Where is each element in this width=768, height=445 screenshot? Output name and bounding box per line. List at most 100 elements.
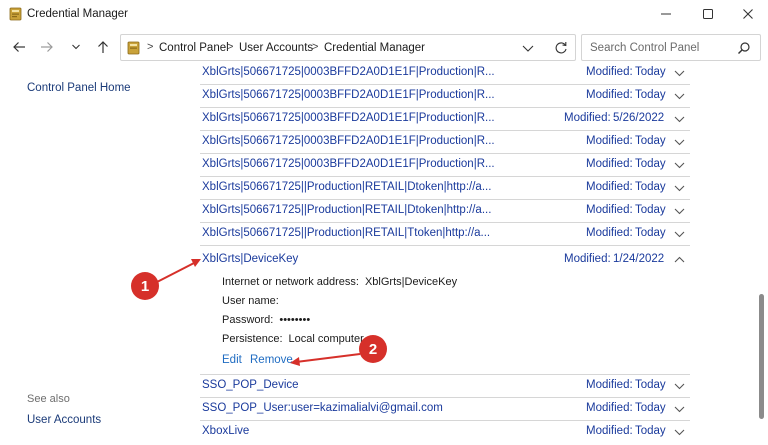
credential-name[interactable]: XblGrts|DeviceKey [202, 253, 298, 265]
chevron-down-icon[interactable] [674, 229, 685, 239]
credential-row[interactable]: SSO_POP_Device Modified: Today [200, 375, 690, 398]
navigation-bar: > Control Panel > User Accounts > Creden… [0, 30, 768, 64]
username-label: User name: [222, 295, 279, 307]
chevron-down-icon[interactable] [674, 404, 685, 414]
chevron-up-icon[interactable] [674, 255, 685, 265]
modified-date: Today [635, 66, 666, 78]
maximize-button[interactable] [690, 0, 726, 28]
credential-manager-icon [9, 7, 22, 21]
breadcrumb-user-accounts[interactable]: User Accounts [239, 42, 313, 54]
credential-row[interactable]: XblGrts|506671725||Production|RETAIL|Dto… [200, 177, 690, 200]
chevron-down-icon[interactable] [674, 137, 685, 147]
back-button[interactable] [10, 38, 28, 56]
credential-name[interactable]: XblGrts|506671725||Production|RETAIL|Dto… [202, 204, 491, 216]
credential-name[interactable]: XblGrts|506671725||Production|RETAIL|Dto… [202, 181, 491, 193]
modified-label: Modified: [586, 158, 633, 170]
close-icon [743, 9, 753, 19]
arrow-up-icon [98, 41, 108, 53]
modified-label: Modified: [586, 379, 633, 391]
maximize-icon [703, 9, 713, 19]
search-icon[interactable] [737, 41, 751, 55]
modified-date: Today [635, 181, 666, 193]
refresh-icon [555, 42, 567, 54]
credential-row[interactable]: XboxLive Modified: Today [200, 421, 690, 444]
arrow-right-icon [41, 42, 53, 52]
remove-link[interactable]: Remove [250, 354, 293, 366]
modified-date: Today [635, 227, 666, 239]
chevron-down-icon[interactable] [674, 381, 685, 391]
credential-row[interactable]: SSO_POP_User:user=kazimalialvi@gmail.com… [200, 398, 690, 421]
breadcrumb-separator[interactable]: > [312, 41, 318, 53]
modified-date: Today [635, 135, 666, 147]
address-bar[interactable]: > Control Panel > User Accounts > Creden… [120, 34, 576, 61]
modified-label: Modified: [586, 66, 633, 78]
breadcrumb-control-panel[interactable]: Control Panel [159, 42, 229, 54]
credential-name[interactable]: XblGrts|506671725|0003BFFD2A0D1E1F|Produ… [202, 89, 495, 101]
refresh-button[interactable] [553, 40, 569, 56]
chevron-down-icon [522, 45, 534, 52]
credential-row[interactable]: XblGrts|506671725|0003BFFD2A0D1E1F|Produ… [200, 85, 690, 108]
minimize-icon [661, 13, 671, 15]
control-panel-home-link[interactable]: Control Panel Home [27, 82, 131, 94]
credential-name[interactable]: XblGrts|506671725|0003BFFD2A0D1E1F|Produ… [202, 112, 495, 124]
modified-label: Modified: [586, 204, 633, 216]
credential-row[interactable]: XblGrts|506671725|0003BFFD2A0D1E1F|Produ… [200, 131, 690, 154]
modified-date: Today [635, 402, 666, 414]
chevron-down-icon[interactable] [674, 114, 685, 124]
credential-name[interactable]: XblGrts|506671725|0003BFFD2A0D1E1F|Produ… [202, 158, 495, 170]
modified-date: Today [635, 379, 666, 391]
edit-link[interactable]: Edit [222, 354, 242, 366]
chevron-down-icon [72, 44, 80, 50]
chevron-down-icon[interactable] [674, 183, 685, 193]
close-button[interactable] [730, 0, 766, 28]
credential-row[interactable]: XblGrts|506671725|0003BFFD2A0D1E1F|Produ… [200, 62, 690, 85]
see-also-label: See also [27, 393, 70, 405]
credential-name[interactable]: XboxLive [202, 425, 249, 437]
chevron-down-icon[interactable] [674, 68, 685, 78]
address-history-button[interactable] [521, 41, 535, 55]
persistence-value: Local computer [288, 333, 364, 345]
persistence-label: Persistence: [222, 333, 283, 345]
title-bar: Credential Manager [0, 0, 768, 28]
breadcrumb-credential-manager[interactable]: Credential Manager [324, 42, 425, 54]
chevron-down-icon[interactable] [674, 91, 685, 101]
user-accounts-link[interactable]: User Accounts [27, 414, 101, 426]
up-button[interactable] [94, 38, 112, 56]
expanded-credential: XblGrts|DeviceKey Modified: 1/24/2022 In… [200, 247, 690, 375]
minimize-button[interactable] [648, 0, 684, 28]
search-box[interactable] [581, 34, 761, 61]
credential-row[interactable]: XblGrts|506671725|0003BFFD2A0D1E1F|Produ… [200, 154, 690, 177]
credential-row[interactable]: XblGrts|506671725||Production|RETAIL|Tto… [200, 223, 690, 246]
modified-label: Modified: [586, 181, 633, 193]
credential-name[interactable]: SSO_POP_Device [202, 379, 299, 391]
modified-label: Modified: [564, 112, 611, 124]
breadcrumb-separator[interactable]: > [227, 41, 233, 53]
search-input[interactable] [590, 40, 730, 56]
address-label: Internet or network address: [222, 276, 359, 288]
forward-button[interactable] [38, 38, 56, 56]
recent-locations-button[interactable] [67, 38, 85, 56]
breadcrumb-separator: > [147, 41, 154, 53]
chevron-down-icon[interactable] [674, 206, 685, 216]
modified-label: Modified: [564, 253, 611, 265]
credential-name[interactable]: XblGrts|506671725|0003BFFD2A0D1E1F|Produ… [202, 66, 495, 78]
modified-label: Modified: [586, 135, 633, 147]
credential-row[interactable]: XblGrts|506671725||Production|RETAIL|Dto… [200, 200, 690, 223]
credential-name[interactable]: SSO_POP_User:user=kazimalialvi@gmail.com [202, 402, 443, 414]
detail-username: User name: [222, 295, 285, 307]
chevron-down-icon[interactable] [674, 427, 685, 437]
modified-label: Modified: [586, 402, 633, 414]
chevron-down-icon[interactable] [674, 160, 685, 170]
modified-label: Modified: [586, 425, 633, 437]
modified-label: Modified: [586, 89, 633, 101]
credential-name[interactable]: XblGrts|506671725|0003BFFD2A0D1E1F|Produ… [202, 135, 495, 147]
address-value: XblGrts|DeviceKey [364, 276, 458, 288]
modified-date: Today [635, 89, 666, 101]
modified-label: Modified: [586, 227, 633, 239]
left-pane: Control Panel Home See also User Account… [0, 66, 196, 445]
detail-address: Internet or network address: XblGrts|Devi… [222, 276, 457, 288]
scroll-thumb[interactable] [759, 294, 764, 419]
credential-name[interactable]: XblGrts|506671725||Production|RETAIL|Tto… [202, 227, 490, 239]
vertical-scrollbar[interactable] [755, 66, 768, 445]
credential-row[interactable]: XblGrts|506671725|0003BFFD2A0D1E1F|Produ… [200, 108, 690, 131]
